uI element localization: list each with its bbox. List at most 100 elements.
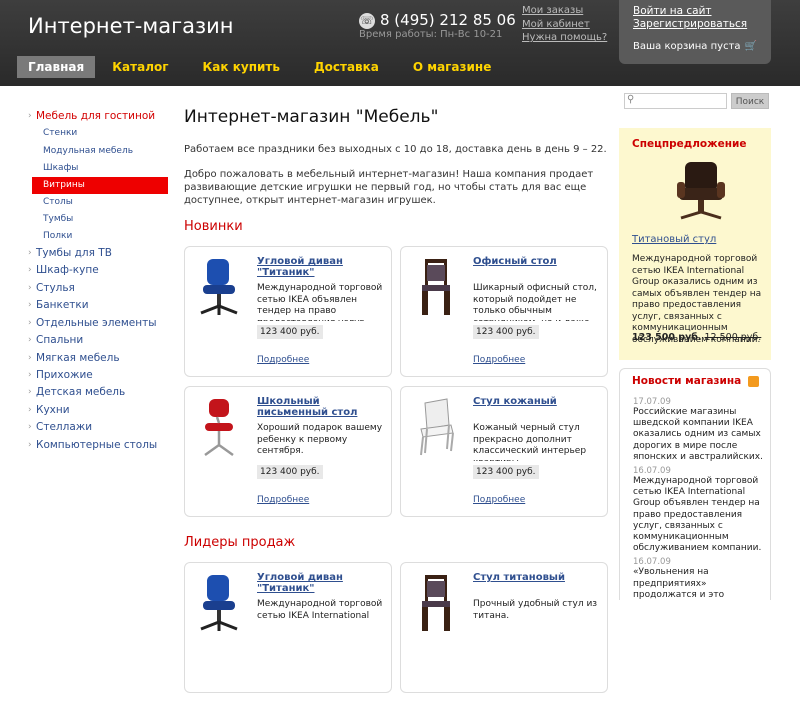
more-link[interactable]: Подробнее: [257, 355, 309, 365]
nav-how-to-buy[interactable]: Как купить: [186, 56, 297, 78]
price-old: 12 500 руб.: [704, 332, 762, 343]
product-price: 123 400 руб.: [257, 325, 323, 339]
header: Интернет-магазин ☏ 8 (495) 212 85 06 Вре…: [0, 0, 800, 86]
cart-status[interactable]: Ваша корзина пуста 🛒: [633, 41, 757, 52]
product-description: Прочный удобный стул из титана.: [473, 599, 598, 621]
product-image[interactable]: [191, 571, 249, 635]
product-card: Школьный письменный стол Хороший подарок …: [184, 386, 392, 517]
help-link[interactable]: Нужна помощь?: [522, 31, 607, 45]
page-title: Интернет-магазин "Мебель": [184, 107, 439, 127]
phone-icon: ☏: [359, 13, 375, 29]
working-hours: Время работы: Пн-Вс 10-21: [359, 29, 503, 40]
product-title[interactable]: Угловой диван "Титаник": [257, 256, 387, 278]
product-title[interactable]: Офисный стол: [473, 256, 603, 267]
sidebar-item[interactable]: Стулья: [28, 280, 168, 298]
armchair-image[interactable]: [671, 160, 731, 224]
nav-delivery[interactable]: Доставка: [297, 56, 396, 78]
sidebar-item[interactable]: Тумбы для ТВ: [28, 245, 168, 263]
product-description: Хороший подарок вашему ребенку к первому…: [257, 423, 383, 456]
sidebar-item[interactable]: Модульная мебель: [28, 143, 168, 160]
sidebar-item[interactable]: Стенки: [28, 125, 168, 142]
main-content: Интернет-магазин "Мебель" Работаем все п…: [184, 105, 609, 711]
product-title[interactable]: Стул титановый: [473, 572, 603, 583]
product-price: 123 400 руб.: [473, 465, 539, 479]
cart-label: Ваша корзина пуста: [633, 41, 741, 52]
bestsellers-heading: Лидеры продаж: [184, 535, 296, 550]
more-link[interactable]: Подробнее: [473, 355, 525, 365]
main-nav: Главная Каталог Как купить Доставка О ма…: [17, 56, 508, 78]
sidebar-item[interactable]: Прихожие: [28, 367, 168, 385]
product-image[interactable]: [407, 255, 465, 319]
news-text[interactable]: «Увольнения на предприятиях» продолжатся…: [633, 567, 767, 600]
nav-home[interactable]: Главная: [17, 56, 96, 78]
sidebar-item[interactable]: Детская мебель: [28, 384, 168, 402]
product-description: Шикарный офисный стол, который подойдет …: [473, 283, 597, 321]
login-link[interactable]: Войти на сайт: [633, 5, 771, 18]
product-image[interactable]: [191, 255, 249, 319]
register-link[interactable]: Зарегистрироваться: [633, 18, 771, 31]
product-title[interactable]: Школьный письменный стол: [257, 396, 387, 418]
account-box: Войти на сайт Зарегистрироваться Ваша ко…: [619, 0, 771, 64]
product-description: Международной торговой сетью IKEA Intern…: [257, 599, 383, 621]
sidebar-item[interactable]: Стеллажи: [28, 419, 168, 437]
bestsellers-grid: Угловой диван "Титаник" Международной тор…: [184, 562, 609, 693]
user-links: Мои заказы Мой кабинет Нужна помощь?: [522, 4, 607, 45]
sidebar-item[interactable]: Мягкая мебель: [28, 350, 168, 368]
sidebar-item[interactable]: Банкетки: [28, 297, 168, 315]
special-offer-title: Спецпредложение: [632, 138, 747, 150]
news-list: 17.07.09 Российские магазины шведской ком…: [633, 397, 767, 600]
news-text[interactable]: Российские магазины шведской компании IK…: [633, 407, 767, 463]
special-offer-name[interactable]: Титановый стул: [632, 234, 716, 245]
more-link[interactable]: Подробнее: [473, 495, 525, 505]
news-text[interactable]: Международной торговой сетью IKEA Intern…: [633, 476, 767, 554]
product-card: Угловой диван "Титаник" Международной тор…: [184, 246, 392, 377]
price-current: 123 500 руб.: [632, 332, 702, 343]
product-image[interactable]: [191, 395, 249, 459]
sidebar-item[interactable]: Компьютерные столы: [28, 437, 168, 455]
sidebar-item[interactable]: Витрины: [32, 176, 168, 194]
intro-welcome: Добро пожаловать в мебельный интернет-ма…: [184, 169, 594, 206]
sidebar-item[interactable]: Столы: [28, 194, 168, 211]
phone-number: 8 (495) 212 85 06: [380, 11, 516, 29]
news-title: Новости магазина: [632, 375, 742, 387]
product-price: 123 400 руб.: [257, 465, 323, 479]
sidebar-item[interactable]: Шкаф-купе: [28, 262, 168, 280]
search-icon: ⚲: [627, 94, 635, 105]
sidebar-item[interactable]: Мебель для гостиной: [28, 108, 168, 126]
product-price: 123 400 руб.: [473, 325, 539, 339]
nav-catalog[interactable]: Каталог: [95, 56, 185, 78]
special-offer: Спецпредложение Титановый стул Междунаро…: [619, 128, 771, 360]
special-offer-price: 123 500 руб. 12 500 руб.: [632, 332, 761, 343]
search-input[interactable]: [624, 93, 727, 109]
news-date: 16.07.09: [633, 466, 671, 477]
new-products-heading: Новинки: [184, 219, 243, 234]
product-card: Стул титановый Прочный удобный стул из ти…: [400, 562, 608, 693]
site-logo[interactable]: Интернет-магазин: [28, 14, 234, 38]
more-link[interactable]: Подробнее: [257, 495, 309, 505]
sidebar-item[interactable]: Полки: [28, 228, 168, 245]
news-date: 17.07.09: [633, 397, 671, 407]
sidebar-item[interactable]: Кухни: [28, 402, 168, 420]
sidebar-item[interactable]: Тумбы: [28, 211, 168, 228]
my-account-link[interactable]: Мой кабинет: [522, 18, 607, 32]
sidebar-item[interactable]: Отдельные элементы: [28, 315, 168, 333]
product-image[interactable]: [407, 395, 465, 459]
intro-hours: Работаем все праздники без выходных с 10…: [184, 144, 607, 155]
cart-icon: 🛒: [744, 41, 757, 52]
new-products-grid: Угловой диван "Титаник" Международной тор…: [184, 246, 609, 517]
product-description: Кожаный черный стул прекрасно дополнит к…: [473, 423, 587, 461]
product-image[interactable]: [407, 571, 465, 635]
my-orders-link[interactable]: Мои заказы: [522, 4, 607, 18]
category-sidebar: Мебель для гостинойСтенкиМодульная мебел…: [28, 108, 168, 454]
product-description: Международной торговой сетью IKEA объявл…: [257, 283, 383, 321]
product-card: Офисный стол Шикарный офисный стол, котор…: [400, 246, 608, 377]
rss-icon[interactable]: [748, 376, 759, 387]
sidebar-item[interactable]: Шкафы: [28, 160, 168, 177]
product-title[interactable]: Угловой диван "Титаник": [257, 572, 387, 594]
product-title[interactable]: Стул кожаный: [473, 396, 603, 407]
search-button[interactable]: Поиск: [731, 93, 769, 109]
news-box: Новости магазина 17.07.09 Российские мага…: [619, 368, 771, 600]
sidebar-item[interactable]: Спальни: [28, 332, 168, 350]
nav-about[interactable]: О магазине: [396, 56, 508, 78]
product-card: Угловой диван "Титаник" Международной тор…: [184, 562, 392, 693]
